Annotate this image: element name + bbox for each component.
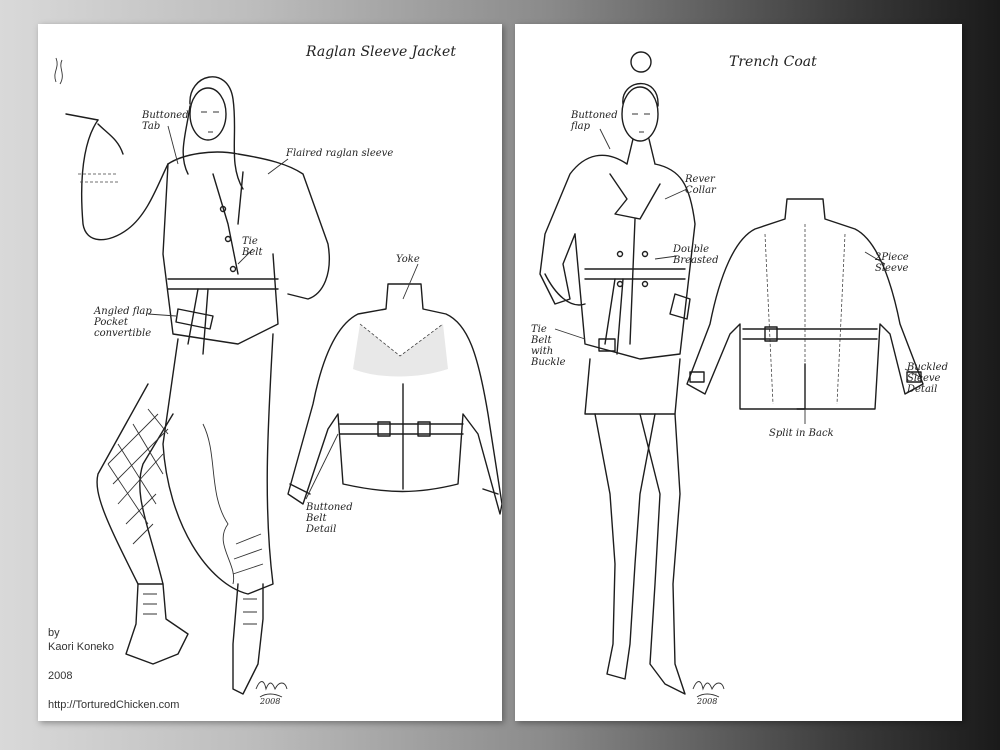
angled-pocket-label: Angled flap Pocket convertible <box>94 306 152 339</box>
left-signature: 2008 <box>260 697 281 706</box>
tie-belt-label: Tie Belt <box>242 236 263 258</box>
revere-collar-label: Rever Collar <box>685 174 716 196</box>
raglan-jacket-back-view <box>287 283 502 515</box>
left-sketch-sheet: Raglan Sleeve Jacket Buttoned Tab Flaire… <box>38 24 502 721</box>
tie-belt-buckle-label: Tie Belt with Buckle <box>531 324 566 368</box>
raglan-jacket-figure-sketch <box>54 57 502 698</box>
two-piece-sleeve-label: 2Piece Sleeve <box>875 252 909 274</box>
buttoned-flap-label: Buttoned flap <box>571 110 618 132</box>
double-breasted-label: Double Breasted <box>673 244 719 266</box>
right-signature: 2008 <box>697 697 718 706</box>
credit-by: by <box>48 627 60 639</box>
yoke-label: Yoke <box>396 254 420 265</box>
trench-coat-back-view <box>686 198 924 410</box>
buttoned-belt-label: Buttoned Belt Detail <box>306 502 353 535</box>
right-sketch-sheet: Trench Coat Buttoned flap Rever Collar D… <box>515 24 962 721</box>
buttoned-tab-label: Buttoned Tab <box>142 110 189 132</box>
buckled-sleeve-label: Buckled Sleeve Detail <box>907 362 948 395</box>
raglan-jacket-title: Raglan Sleeve Jacket <box>306 44 456 60</box>
credit-artist: Kaori Koneko <box>48 641 115 653</box>
split-back-label: Split in Back <box>769 428 834 439</box>
trench-coat-title: Trench Coat <box>729 54 817 70</box>
flared-sleeve-label: Flaired raglan sleeve <box>286 148 394 159</box>
credit-website: http://TorturedChicken.com <box>48 699 180 711</box>
credit-year: 2008 <box>48 670 73 682</box>
